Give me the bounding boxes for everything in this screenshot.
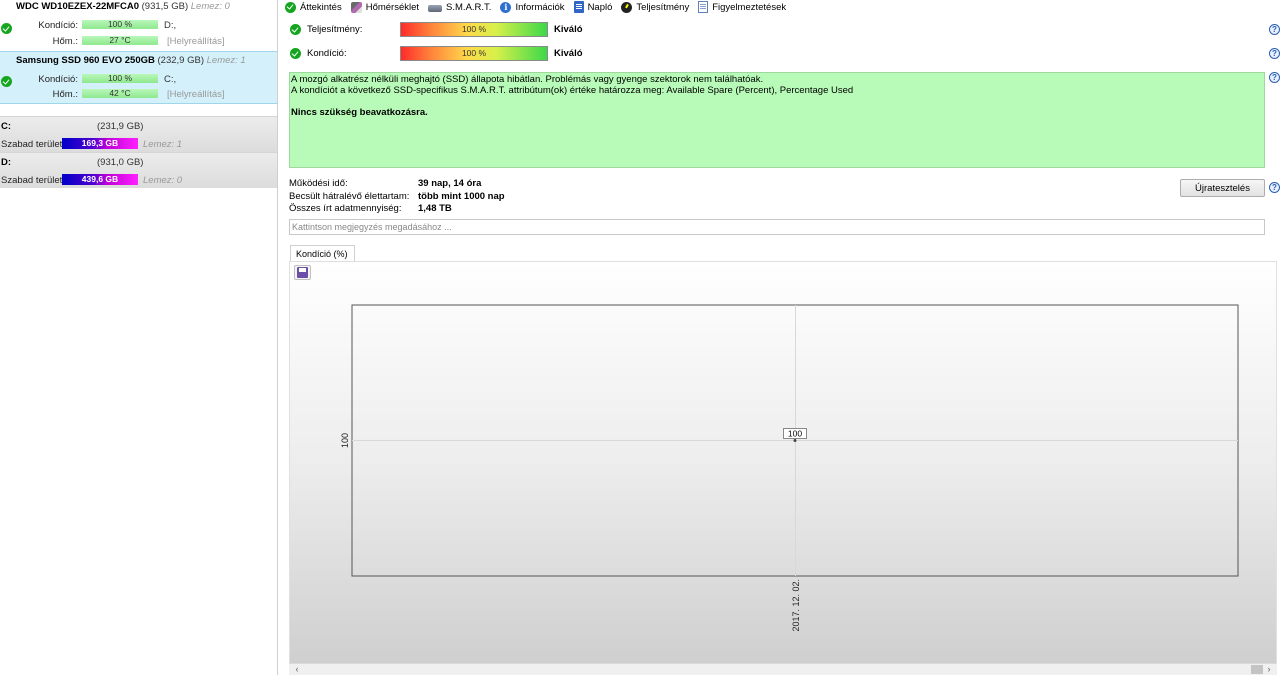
drive-size: (232,9 GB) (157, 55, 204, 66)
drive-item-samsung[interactable]: Samsung SSD 960 EVO 250GB (232,9 GB) Lem… (0, 51, 277, 104)
health-ok-icon (290, 48, 301, 59)
free-space-bar: 169,3 GB (62, 138, 138, 149)
drive-disk-number: Lemez: 1 (206, 55, 246, 66)
tab-log[interactable]: Napló (573, 1, 613, 13)
chart-series: 100 (783, 428, 807, 442)
document-icon (573, 1, 584, 13)
restore-link[interactable]: [Helyreállítás] (167, 36, 225, 47)
written-label: Összes írt adatmennyiség: (289, 203, 402, 214)
tab-smart[interactable]: S.M.A.R.T. (428, 2, 491, 13)
temperature-label: Hőm.: (52, 36, 78, 47)
written-row: Összes írt adatmennyiség: 1,48 TB (289, 203, 689, 215)
drive-letters: C:, (164, 74, 177, 85)
status-description: A mozgó alkatrész nélküli meghajtó (SSD)… (289, 72, 1265, 168)
tab-overview[interactable]: Áttekintés (285, 1, 342, 13)
tab-temperature[interactable]: Hőmérséklet (350, 1, 420, 13)
temperature-bar: 42 °C (82, 89, 158, 98)
performance-ok-icon (290, 24, 301, 35)
health-bar: 100 % (82, 20, 158, 29)
help-icon[interactable]: ? (1269, 48, 1280, 59)
drive-title: WDC WD10EZEX-22MFCA0 (931,5 GB) Lemez: 0 (16, 1, 230, 12)
gauge-icon (621, 1, 633, 13)
drive-list-panel: WDC WD10EZEX-22MFCA0 (931,5 GB) Lemez: 0… (0, 0, 278, 675)
tab-alerts[interactable]: Figyelmeztetések (698, 1, 786, 13)
data-point (793, 439, 797, 442)
partition-size: (931,0 GB) (97, 157, 144, 168)
disk-icon (428, 4, 443, 12)
partition-item-d[interactable]: D: (931,0 GB) Szabad terület 439,6 GB Le… (0, 152, 277, 188)
tab-label: Információk (515, 1, 565, 13)
drive-item-wdc[interactable]: WDC WD10EZEX-22MFCA0 (931,5 GB) Lemez: 0… (0, 0, 277, 50)
tab-bar: Áttekintés Hőmérséklet S.M.A.R.T. i Info… (285, 0, 795, 14)
uptime-value: 39 nap, 14 óra (418, 178, 482, 189)
page-icon (698, 1, 709, 13)
health-label: Kondíció: (307, 48, 347, 59)
data-label: 100 (788, 429, 802, 439)
partition-item-c[interactable]: C: (231,9 GB) Szabad terület 169,3 GB Le… (0, 116, 277, 152)
pen-icon (350, 1, 362, 13)
temperature-label: Hőm.: (52, 89, 78, 100)
help-icon[interactable]: ? (1269, 182, 1280, 193)
tab-label: Teljesítmény (636, 1, 690, 13)
free-space-label: Szabad terület (1, 175, 63, 186)
tab-label: Hőmérséklet (365, 1, 420, 13)
tab-label: Áttekintés (300, 1, 342, 13)
health-label: Kondíció: (38, 20, 78, 31)
scroll-thumb[interactable] (1251, 665, 1263, 674)
retest-button[interactable]: Újratesztelés (1180, 179, 1265, 197)
temperature-bar: 27 °C (82, 36, 158, 45)
drive-name: WDC WD10EZEX-22MFCA0 (16, 1, 139, 12)
health-bar: 100 % (400, 46, 548, 61)
partition-name: C: (1, 121, 12, 132)
lifetime-row: Becsült hátralévő élettartam: több mint … (289, 191, 689, 203)
tab-label: Napló (587, 1, 613, 13)
info-icon: i (500, 1, 512, 13)
health-bar: 100 % (82, 74, 158, 83)
description-line: A kondíciót a következő SSD-specifikus S… (291, 85, 854, 96)
drive-letters: D:, (164, 20, 177, 31)
horizontal-scrollbar[interactable]: ‹ › (289, 663, 1277, 675)
drive-size: (931,5 GB) (141, 1, 189, 12)
tab-label: S.M.A.R.T. (446, 1, 492, 13)
partition-disk-number: Lemez: 0 (143, 175, 183, 186)
free-space-label: Szabad terület (1, 139, 63, 150)
scroll-left-icon[interactable]: ‹ (291, 664, 303, 675)
lifetime-value: több mint 1000 nap (418, 191, 505, 202)
restore-link[interactable]: [Helyreállítás] (167, 89, 225, 100)
description-line: A mozgó alkatrész nélküli meghajtó (SSD)… (291, 74, 764, 85)
lifetime-label: Becsült hátralévő élettartam: (289, 191, 410, 202)
partition-disk-number: Lemez: 1 (143, 139, 183, 150)
help-icon[interactable]: ? (1269, 24, 1280, 35)
health-chart: 100 2017. 12. 02. 100 (340, 304, 1239, 632)
partition-name: D: (1, 157, 12, 168)
health-row: Kondíció: 100 % Kiváló (289, 46, 609, 62)
performance-label: Teljesítmény: (307, 24, 363, 35)
check-icon (285, 1, 296, 13)
drive-disk-number: Lemez: 0 (190, 1, 230, 12)
written-value: 1,48 TB (418, 203, 452, 214)
performance-bar: 100 % (400, 22, 548, 37)
tab-performance[interactable]: Teljesítmény (621, 1, 690, 13)
uptime-label: Működési idő: (289, 178, 348, 189)
y-tick-label: 100 (340, 433, 350, 448)
tab-information[interactable]: i Információk (500, 1, 565, 13)
tab-label: Figyelmeztetések (712, 1, 787, 13)
health-value: Kiváló (554, 48, 583, 59)
performance-value: Kiváló (554, 24, 583, 35)
partition-size: (231,9 GB) (97, 121, 144, 132)
performance-row: Teljesítmény: 100 % Kiváló (289, 22, 609, 38)
free-space-bar: 439,6 GB (62, 174, 138, 185)
scroll-right-icon[interactable]: › (1263, 664, 1275, 675)
x-tick-label: 2017. 12. 02. (791, 579, 801, 632)
health-label: Kondíció: (38, 74, 78, 85)
drive-title: Samsung SSD 960 EVO 250GB (232,9 GB) Lem… (16, 55, 246, 66)
note-input[interactable] (289, 219, 1265, 235)
uptime-row: Működési idő: 39 nap, 14 óra (289, 178, 689, 190)
help-icon[interactable]: ? (1269, 72, 1280, 83)
tab-health-chart[interactable]: Kondíció (%) (290, 245, 355, 262)
drive-name: Samsung SSD 960 EVO 250GB (16, 55, 155, 66)
recommended-action: Nincs szükség beavatkozásra. (291, 107, 428, 118)
